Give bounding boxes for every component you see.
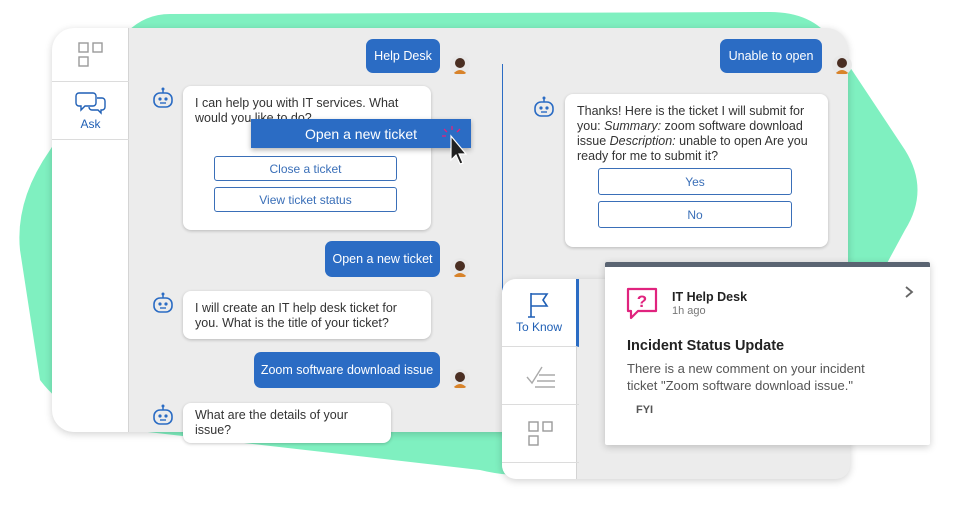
sidebar-item-ask[interactable]: Ask — [52, 82, 129, 140]
yes-button[interactable]: Yes — [598, 168, 792, 195]
chat-icon — [74, 92, 106, 115]
open-ticket-button[interactable]: Open a new ticket — [251, 119, 471, 148]
fyi-tag: FYI — [636, 404, 654, 416]
sidebar-item-label: Ask — [80, 117, 101, 131]
cursor-pointer-icon — [442, 126, 468, 165]
sidebar-item-tasks[interactable] — [502, 347, 579, 405]
timestamp: 1h ago — [672, 305, 706, 317]
bot-icon — [153, 292, 173, 313]
sidebar-item-to-know[interactable]: To Know — [502, 279, 579, 347]
chat-divider — [502, 64, 503, 300]
app-name: IT Help Desk — [672, 290, 748, 304]
chevron-right-icon[interactable] — [903, 285, 915, 299]
open-ticket-label: Open a new ticket — [304, 125, 418, 142]
ticket-summary-text: Thanks! Here is the ticket I will submit… — [577, 104, 808, 163]
grid-icon — [77, 41, 103, 67]
card-header-bar — [605, 262, 930, 267]
user-avatar — [450, 258, 470, 278]
app-sidebar: Ask — [52, 28, 129, 432]
bot-icon — [153, 404, 173, 425]
bot-icon — [153, 87, 173, 108]
sidebar-item-apps[interactable] — [502, 405, 579, 463]
grid-icon — [527, 420, 553, 446]
flag-icon — [528, 293, 549, 318]
user-avatar — [450, 369, 470, 389]
bot-message: I will create an IT help desk ticket for… — [183, 291, 431, 339]
bot-icon — [534, 96, 554, 117]
notification-title: Incident Status Update — [627, 338, 785, 354]
svg-text:?: ? — [637, 292, 647, 311]
notification-card[interactable]: ? IT Help Desk 1h ago Incident Status Up… — [605, 262, 930, 445]
close-ticket-button[interactable]: Close a ticket — [214, 156, 397, 181]
view-ticket-status-button[interactable]: View ticket status — [214, 187, 397, 212]
bot-message: What are the details of your issue? — [183, 403, 391, 443]
user-message: Zoom software download issue — [254, 352, 440, 388]
user-avatar — [832, 55, 852, 75]
user-avatar — [450, 55, 470, 75]
sidebar-item-label: To Know — [515, 320, 563, 334]
teams-sidebar: To Know — [502, 279, 579, 479]
sidebar-item-apps[interactable] — [52, 28, 129, 82]
notification-body: There is a new comment on your incident … — [627, 361, 865, 393]
help-desk-icon: ? — [626, 287, 658, 320]
no-button[interactable]: No — [598, 201, 792, 228]
user-message: Help Desk — [366, 39, 440, 73]
user-message: Open a new ticket — [325, 241, 440, 277]
checklist-icon — [525, 366, 555, 388]
user-message: Unable to open — [720, 39, 822, 73]
